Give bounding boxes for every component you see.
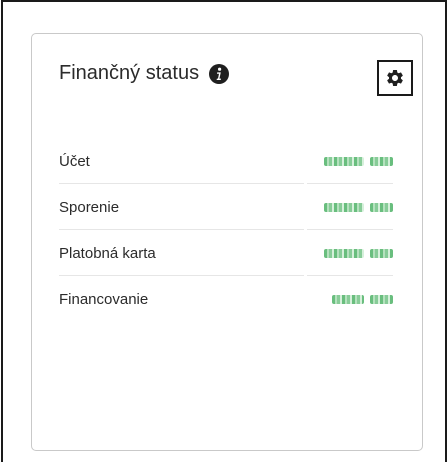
window-frame: Finančný status Účet Sporenie Platobná k…	[1, 0, 447, 462]
card-title: Finančný status	[59, 62, 200, 84]
list-item-label: Financovanie	[59, 290, 149, 308]
list-item-ucet[interactable]: Účet	[59, 138, 393, 184]
list-item-financovanie[interactable]: Financovanie	[59, 276, 393, 322]
info-icon[interactable]	[209, 63, 230, 84]
account-list: Účet Sporenie Platobná karta Financovani…	[59, 138, 393, 322]
list-item-label: Sporenie	[59, 198, 120, 216]
list-item-sporenie[interactable]: Sporenie	[59, 184, 393, 230]
blurred-amount	[332, 294, 393, 304]
list-item-label: Účet	[59, 152, 90, 170]
settings-button[interactable]	[377, 60, 413, 96]
blurred-amount	[324, 202, 393, 212]
list-item-label: Platobná karta	[59, 244, 156, 262]
blurred-amount	[324, 248, 393, 258]
gear-icon	[385, 68, 405, 88]
list-item-platobna-karta[interactable]: Platobná karta	[59, 230, 393, 276]
financial-status-card: Finančný status Účet Sporenie Platobná k…	[31, 33, 423, 451]
card-header: Finančný status	[59, 62, 230, 85]
blurred-amount	[324, 156, 393, 166]
